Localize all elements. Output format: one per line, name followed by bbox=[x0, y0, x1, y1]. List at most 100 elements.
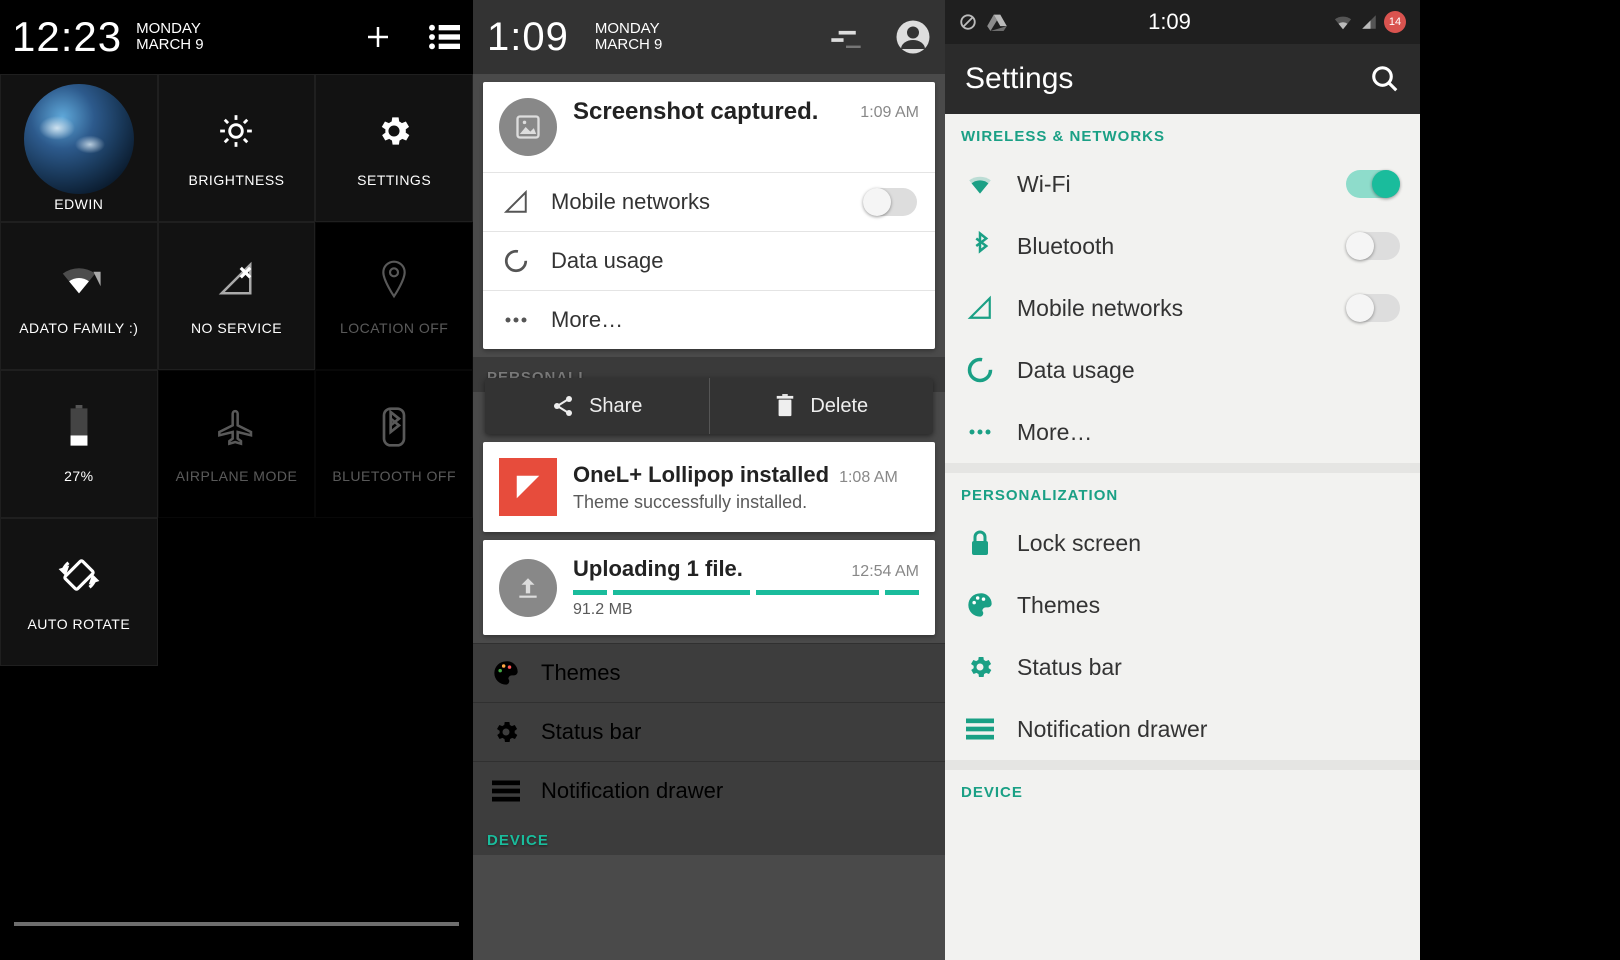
delete-button[interactable]: Delete bbox=[709, 378, 934, 434]
wifi-label: ADATO FAMILY :) bbox=[19, 320, 138, 336]
row-label: Data usage bbox=[1017, 357, 1135, 384]
notif-time: 1:08 AM bbox=[839, 469, 898, 487]
row-label: Notification drawer bbox=[541, 778, 723, 804]
earth-avatar-icon bbox=[24, 84, 134, 194]
gear-icon bbox=[491, 717, 521, 747]
section-header: WIRELESS & NETWORKS bbox=[945, 114, 1420, 153]
location-icon bbox=[371, 256, 417, 302]
toggle[interactable] bbox=[863, 188, 917, 216]
notification-panel: 1:09 MONDAY MARCH 9 Screenshot captured.… bbox=[473, 0, 945, 960]
themes-row[interactable]: Themes bbox=[945, 574, 1420, 636]
theme-icon bbox=[499, 458, 557, 516]
notif-time: 1:09 AM bbox=[860, 104, 919, 122]
section-header: DEVICE bbox=[945, 770, 1420, 809]
more-row[interactable]: More… bbox=[483, 290, 935, 349]
list-icon[interactable] bbox=[427, 20, 461, 54]
no-signal-icon bbox=[213, 256, 259, 302]
data-usage-row[interactable]: Data usage bbox=[483, 231, 935, 290]
lock-screen-row[interactable]: Lock screen bbox=[945, 512, 1420, 574]
bluetooth-tile[interactable]: BLUETOOTH OFF bbox=[315, 370, 473, 518]
profile-tile[interactable]: EDWIN bbox=[0, 74, 158, 222]
brightness-icon bbox=[213, 108, 259, 154]
date-label: MARCH 9 bbox=[595, 37, 663, 54]
drive-icon bbox=[987, 13, 1007, 31]
settings-label: SETTINGS bbox=[357, 172, 431, 188]
location-label: LOCATION OFF bbox=[340, 320, 448, 336]
brightness-slider[interactable] bbox=[14, 922, 459, 926]
row-label: Wi-Fi bbox=[1017, 171, 1071, 198]
mixer-icon[interactable] bbox=[831, 26, 861, 48]
data-usage-row[interactable]: Data usage bbox=[945, 339, 1420, 401]
date: MONDAY MARCH 9 bbox=[136, 21, 204, 54]
notif-title: Screenshot captured. bbox=[573, 98, 844, 126]
signal-icon bbox=[965, 293, 995, 323]
mobile-networks-row[interactable]: Mobile networks bbox=[945, 277, 1420, 339]
settings-tile[interactable]: SETTINGS bbox=[315, 74, 473, 222]
notification-badge: 14 bbox=[1384, 11, 1406, 33]
dots-icon bbox=[965, 417, 995, 447]
row-label: Bluetooth bbox=[1017, 233, 1114, 260]
notification-drawer-row[interactable]: Notification drawer bbox=[945, 698, 1420, 760]
row-label: Status bar bbox=[541, 719, 641, 745]
theme-installed-card[interactable]: OneL+ Lollipop installed 1:08 AM Theme s… bbox=[483, 442, 935, 532]
clock: 1:09 bbox=[487, 15, 569, 60]
signal-label: NO SERVICE bbox=[191, 320, 282, 336]
section-header: PERSONALIZATION bbox=[945, 473, 1420, 512]
data-icon bbox=[501, 246, 531, 276]
settings-panel: 1:09 14 Settings WIRELESS & NETWORKS Wi-… bbox=[945, 0, 1420, 960]
quick-settings-panel: 12:23 MONDAY MARCH 9 EDWIN BRIGHTNESS bbox=[0, 0, 473, 960]
share-button[interactable]: Share bbox=[485, 378, 709, 434]
rotate-tile[interactable]: AUTO ROTATE bbox=[0, 518, 158, 666]
wifi-status-icon bbox=[1332, 13, 1354, 31]
more-row[interactable]: More… bbox=[945, 401, 1420, 463]
brightness-tile[interactable]: BRIGHTNESS bbox=[158, 74, 316, 222]
upload-progress bbox=[573, 590, 919, 595]
status-bar-row[interactable]: Status bar bbox=[945, 636, 1420, 698]
search-icon[interactable] bbox=[1370, 64, 1400, 94]
bluetooth-toggle[interactable] bbox=[1346, 232, 1400, 260]
wifi-tile[interactable]: ADATO FAMILY :) bbox=[0, 222, 158, 370]
row-label: Mobile networks bbox=[1017, 295, 1183, 322]
battery-label: 27% bbox=[64, 468, 94, 484]
dots-icon bbox=[501, 305, 531, 335]
statusbar-row[interactable]: Status bar bbox=[473, 702, 945, 761]
notif-title: Uploading 1 file. bbox=[573, 556, 851, 582]
mobile-toggle[interactable] bbox=[1346, 294, 1400, 322]
lock-icon bbox=[965, 528, 995, 558]
battery-tile[interactable]: 27% bbox=[0, 370, 158, 518]
row-label: Notification drawer bbox=[1017, 716, 1207, 743]
add-icon[interactable] bbox=[361, 20, 395, 54]
row-label: Mobile networks bbox=[551, 189, 710, 215]
wifi-row[interactable]: Wi-Fi bbox=[945, 153, 1420, 215]
upload-card[interactable]: Uploading 1 file. 12:54 AM 91.2 MB bbox=[483, 540, 935, 635]
notif-time: 12:54 AM bbox=[851, 563, 919, 581]
battery-icon bbox=[56, 404, 102, 450]
day-label: MONDAY bbox=[136, 21, 204, 38]
profile-icon[interactable] bbox=[895, 19, 931, 55]
status-time: 1:09 bbox=[1017, 9, 1322, 35]
location-tile[interactable]: LOCATION OFF bbox=[315, 222, 473, 370]
palette-icon bbox=[491, 658, 521, 688]
do-not-disturb-icon bbox=[959, 13, 977, 31]
row-label: Status bar bbox=[1017, 654, 1122, 681]
bluetooth-row[interactable]: Bluetooth bbox=[945, 215, 1420, 277]
image-icon bbox=[499, 98, 557, 156]
date-label: MARCH 9 bbox=[136, 37, 204, 54]
notification-actions: Share Delete bbox=[485, 378, 933, 434]
profile-label: EDWIN bbox=[54, 196, 103, 212]
screenshot-card[interactable]: Screenshot captured. 1:09 AM Mobile netw… bbox=[483, 82, 935, 349]
wifi-toggle[interactable] bbox=[1346, 170, 1400, 198]
list-icon bbox=[965, 714, 995, 744]
notif-title: OneL+ Lollipop installed bbox=[573, 462, 829, 488]
status-bar: 12:23 MONDAY MARCH 9 bbox=[0, 0, 473, 74]
row-label: Themes bbox=[541, 660, 620, 686]
row-label: More… bbox=[551, 307, 623, 333]
themes-row[interactable]: Themes bbox=[473, 643, 945, 702]
share-label: Share bbox=[589, 395, 642, 418]
signal-status-icon bbox=[1360, 13, 1378, 31]
status-bar: 1:09 14 bbox=[945, 0, 1420, 44]
drawer-row[interactable]: Notification drawer bbox=[473, 761, 945, 820]
airplane-tile[interactable]: AIRPLANE MODE bbox=[158, 370, 316, 518]
signal-tile[interactable]: NO SERVICE bbox=[158, 222, 316, 370]
mobile-networks-row[interactable]: Mobile networks bbox=[483, 172, 935, 231]
